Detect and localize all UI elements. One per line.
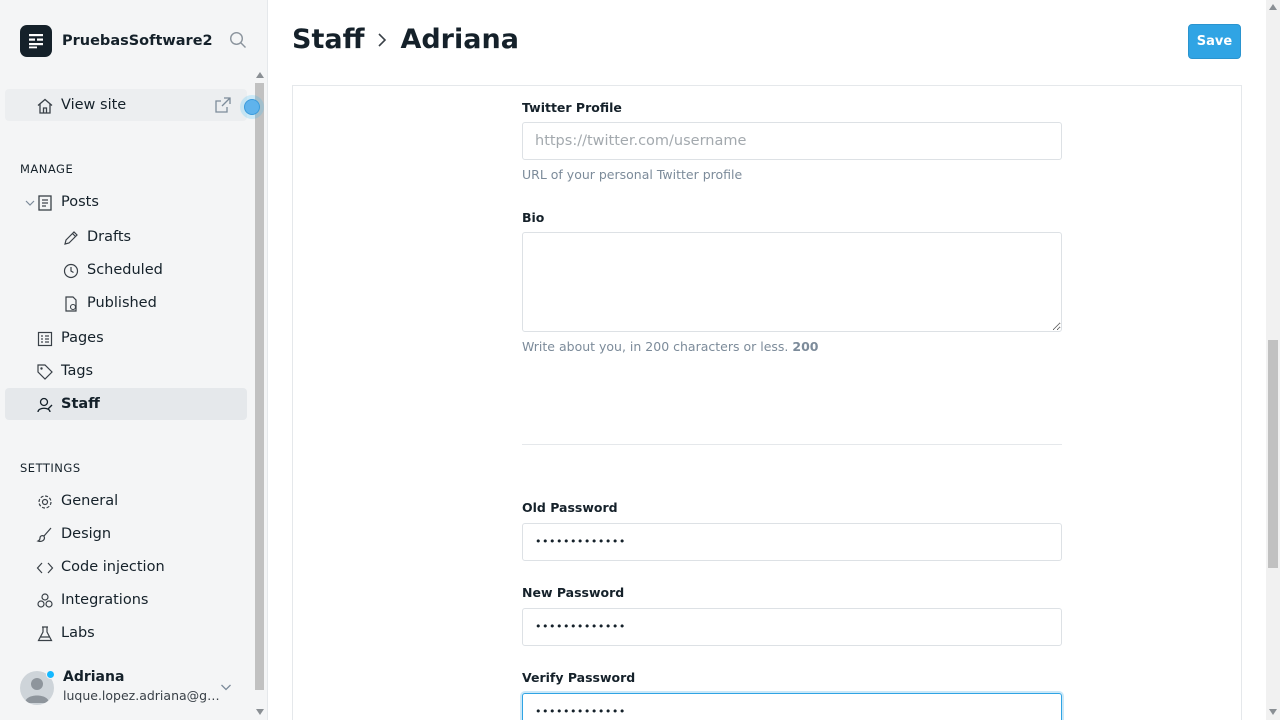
- twitter-label: Twitter Profile: [522, 100, 622, 115]
- sidebar-item-label: Labs: [61, 625, 95, 641]
- section-divider: [522, 444, 1062, 445]
- brand-name: PruebasSoftware2: [62, 33, 213, 49]
- sidebar-item-label: Pages: [61, 330, 104, 346]
- main-content: Staff Adriana Save Twitter Profile URL o…: [268, 0, 1266, 720]
- clock-icon: [63, 263, 79, 279]
- verify-password-input[interactable]: •••••••••••••: [522, 693, 1062, 720]
- chevron-right-icon: [378, 32, 387, 47]
- brush-icon: [36, 527, 52, 542]
- bio-help-text: Write about you, in 200 characters or le…: [522, 339, 789, 354]
- pencil-icon: [64, 231, 78, 245]
- old-password-input[interactable]: •••••••••••••: [522, 523, 1062, 561]
- sidebar-item-published[interactable]: Published: [5, 287, 247, 319]
- twitter-help: URL of your personal Twitter profile: [522, 167, 743, 182]
- sidebar-item-integrations[interactable]: Integrations: [5, 584, 247, 616]
- scroll-up-arrow-icon[interactable]: [1269, 4, 1277, 10]
- sidebar-item-general[interactable]: General: [5, 485, 247, 517]
- integrations-icon: [37, 593, 53, 608]
- sidebar-item-pages[interactable]: Pages: [5, 322, 247, 354]
- flask-icon: [37, 626, 53, 642]
- sidebar-item-design[interactable]: Design: [5, 518, 247, 550]
- code-icon: [36, 562, 54, 574]
- page-title: Adriana: [400, 24, 519, 55]
- twitter-input[interactable]: [522, 122, 1062, 160]
- bio-char-count: 200: [792, 339, 819, 354]
- sidebar-item-label: Staff: [61, 396, 100, 412]
- sidebar-item-label: Posts: [61, 194, 99, 210]
- sidebar-item-label: Integrations: [61, 592, 149, 608]
- bio-help: Write about you, in 200 characters or le…: [522, 339, 818, 354]
- gear-icon: [38, 495, 52, 509]
- chevron-down-icon[interactable]: [25, 198, 35, 208]
- chevron-down-icon[interactable]: [220, 681, 232, 693]
- manage-heading: MANAGE: [20, 162, 74, 176]
- user-email: luque.lopez.adriana@gm...: [63, 688, 223, 703]
- user-menu[interactable]: Adriana luque.lopez.adriana@gm...: [20, 669, 250, 709]
- breadcrumb: Staff Adriana: [292, 24, 519, 55]
- sidebar-item-label: View site: [61, 97, 127, 113]
- old-password-label: Old Password: [522, 500, 618, 515]
- save-button[interactable]: Save: [1188, 24, 1241, 59]
- scroll-down-arrow-icon[interactable]: [256, 709, 264, 715]
- sidebar-item-label: Code injection: [61, 559, 165, 575]
- sidebar-item-label: Drafts: [87, 229, 132, 245]
- sidebar-item-labs[interactable]: Labs: [5, 617, 247, 649]
- verify-password-label: Verify Password: [522, 670, 636, 685]
- sidebar-item-scheduled[interactable]: Scheduled: [5, 254, 247, 286]
- brand-logo-icon: [20, 25, 52, 57]
- sidebar-item-posts[interactable]: Posts: [5, 186, 247, 218]
- status-dot: [46, 670, 55, 679]
- sidebar-item-staff[interactable]: Staff: [5, 388, 247, 420]
- staff-icon: [37, 397, 53, 413]
- sidebar-item-view-site[interactable]: View site: [5, 89, 247, 121]
- breadcrumb-staff[interactable]: Staff: [292, 24, 364, 55]
- scroll-up-arrow-icon[interactable]: [256, 72, 264, 78]
- settings-heading: SETTINGS: [20, 461, 81, 475]
- scroll-down-arrow-icon[interactable]: [1269, 709, 1277, 715]
- sidebar-item-label: Published: [87, 295, 157, 311]
- new-password-input[interactable]: •••••••••••••: [522, 608, 1062, 646]
- sidebar-scroll-thumb[interactable]: [255, 83, 264, 690]
- sidebar-item-label: Scheduled: [87, 262, 163, 278]
- user-name: Adriana: [63, 669, 125, 685]
- home-icon: [37, 98, 53, 114]
- brand[interactable]: PruebasSoftware2: [20, 25, 213, 57]
- new-password-label: New Password: [522, 585, 625, 600]
- bio-textarea[interactable]: [522, 232, 1062, 332]
- page-scroll-thumb[interactable]: [1268, 340, 1278, 568]
- sidebar-item-label: General: [61, 493, 119, 509]
- pages-icon: [37, 331, 53, 347]
- bio-label: Bio: [522, 210, 545, 225]
- sidebar-item-label: Design: [61, 526, 112, 542]
- search-icon[interactable]: [229, 31, 247, 49]
- published-icon: [65, 296, 77, 312]
- sidebar-item-tags[interactable]: Tags: [5, 355, 247, 387]
- posts-icon: [38, 195, 52, 211]
- tag-icon: [37, 364, 53, 380]
- sidebar-item-label: Tags: [61, 363, 94, 379]
- pulse-indicator-dot: [244, 99, 260, 115]
- sidebar-item-code-injection[interactable]: Code injection: [5, 551, 247, 583]
- sidebar-item-drafts[interactable]: Drafts: [5, 221, 247, 253]
- profile-form-card: Twitter Profile URL of your personal Twi…: [292, 85, 1242, 720]
- external-link-icon[interactable]: [214, 96, 232, 114]
- sidebar: PruebasSoftware2 View site MANAGE Posts: [0, 0, 268, 720]
